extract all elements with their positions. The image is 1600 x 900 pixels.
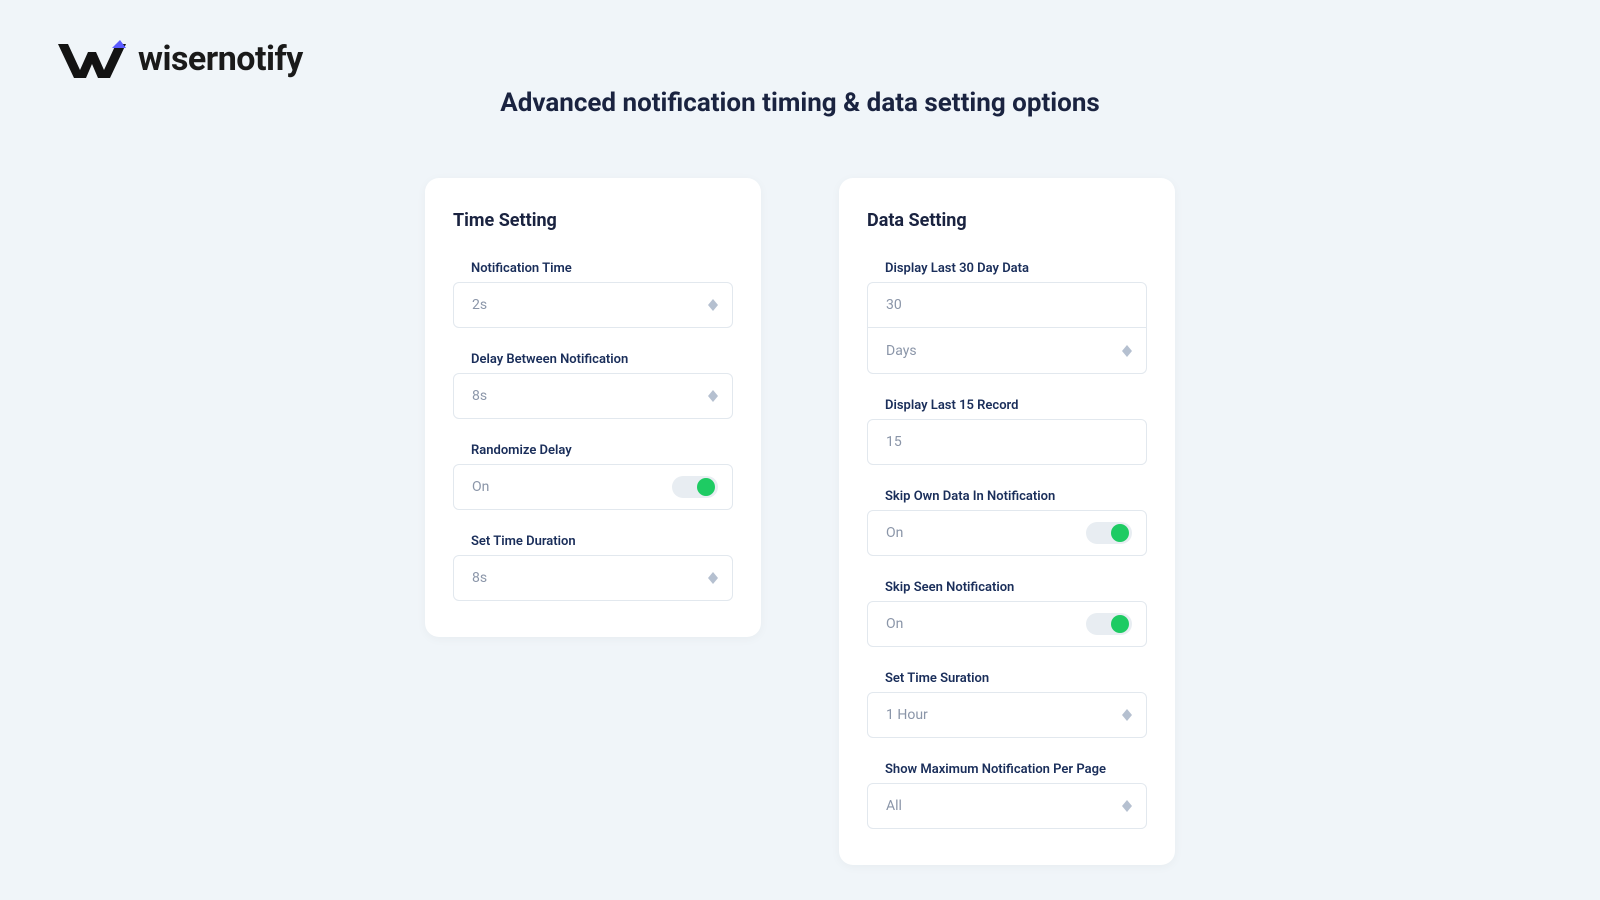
notification-time-label: Notification Time <box>471 261 733 276</box>
last-30-day-input[interactable]: 30 <box>867 282 1147 328</box>
delay-between-input[interactable]: 8s <box>453 373 733 419</box>
delay-between-label: Delay Between Notification <box>471 352 733 367</box>
stepper-icon[interactable] <box>1122 709 1132 721</box>
skip-seen-value: On <box>886 616 1086 632</box>
last-15-record-field: Display Last 15 Record 15 <box>867 398 1147 465</box>
notification-time-input[interactable]: 2s <box>453 282 733 328</box>
time-duration-label: Set Time Duration <box>471 534 733 549</box>
skip-own-data-value: On <box>886 525 1086 541</box>
notification-time-value: 2s <box>472 297 708 313</box>
randomize-delay-control: On <box>453 464 733 510</box>
delay-between-value: 8s <box>472 388 708 404</box>
time-duration-field: Set Time Duration 8s <box>453 534 733 601</box>
brand-logo: wisernotify <box>58 38 303 80</box>
logo-icon <box>58 38 126 80</box>
set-time-suration-value: 1 Hour <box>886 707 1122 723</box>
set-time-suration-field: Set Time Suration 1 Hour <box>867 671 1147 738</box>
delay-between-field: Delay Between Notification 8s <box>453 352 733 419</box>
last-15-record-label: Display Last 15 Record <box>885 398 1147 413</box>
max-per-page-label: Show Maximum Notification Per Page <box>885 762 1147 777</box>
time-setting-card: Time Setting Notification Time 2s Delay … <box>425 178 761 637</box>
randomize-delay-label: Randomize Delay <box>471 443 733 458</box>
last-30-day-unit-select[interactable]: Days <box>867 328 1147 374</box>
time-duration-input[interactable]: 8s <box>453 555 733 601</box>
data-card-title: Data Setting <box>867 210 1147 231</box>
skip-own-data-label: Skip Own Data In Notification <box>885 489 1147 504</box>
settings-cards: Time Setting Notification Time 2s Delay … <box>425 178 1175 865</box>
randomize-delay-toggle[interactable] <box>672 476 718 498</box>
skip-own-data-toggle[interactable] <box>1086 522 1132 544</box>
stepper-icon[interactable] <box>708 572 718 584</box>
stepper-icon[interactable] <box>1122 345 1132 357</box>
last-30-day-value: 30 <box>886 297 1132 313</box>
set-time-suration-select[interactable]: 1 Hour <box>867 692 1147 738</box>
last-15-record-input[interactable]: 15 <box>867 419 1147 465</box>
max-per-page-value: All <box>886 798 1122 814</box>
page-title: Advanced notification timing & data sett… <box>500 88 1100 118</box>
last-30-day-label: Display Last 30 Day Data <box>885 261 1147 276</box>
skip-seen-field: Skip Seen Notification On <box>867 580 1147 647</box>
skip-own-data-control: On <box>867 510 1147 556</box>
time-card-title: Time Setting <box>453 210 733 231</box>
stepper-icon[interactable] <box>708 299 718 311</box>
skip-own-data-field: Skip Own Data In Notification On <box>867 489 1147 556</box>
skip-seen-label: Skip Seen Notification <box>885 580 1147 595</box>
set-time-suration-label: Set Time Suration <box>885 671 1147 686</box>
last-15-record-value: 15 <box>886 434 1132 450</box>
max-per-page-select[interactable]: All <box>867 783 1147 829</box>
stepper-icon[interactable] <box>708 390 718 402</box>
randomize-delay-value: On <box>472 479 672 495</box>
logo-text: wisernotify <box>138 39 303 79</box>
notification-time-field: Notification Time 2s <box>453 261 733 328</box>
time-duration-value: 8s <box>472 570 708 586</box>
skip-seen-toggle[interactable] <box>1086 613 1132 635</box>
randomize-delay-field: Randomize Delay On <box>453 443 733 510</box>
last-30-day-unit: Days <box>886 343 1122 359</box>
skip-seen-control: On <box>867 601 1147 647</box>
max-per-page-field: Show Maximum Notification Per Page All <box>867 762 1147 829</box>
data-setting-card: Data Setting Display Last 30 Day Data 30… <box>839 178 1175 865</box>
stepper-icon[interactable] <box>1122 800 1132 812</box>
last-30-day-field: Display Last 30 Day Data 30 Days <box>867 261 1147 374</box>
